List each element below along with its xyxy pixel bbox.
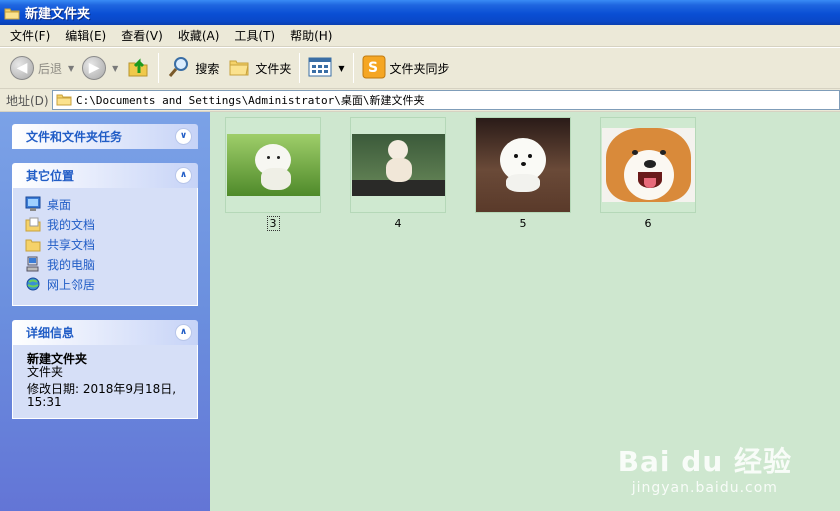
menu-file[interactable]: 文件(F) [4,25,56,47]
task-pane: 文件和文件夹任务 ∨ 其它位置 ∧ 桌面 我的文档 共享文档 我的电脑 网上邻居… [0,112,210,511]
network-icon [25,276,41,292]
back-button[interactable]: ◀ 后退 ▼ [6,51,78,85]
chevron-down-icon[interactable]: ▼ [338,64,344,73]
file-item-thumbnail[interactable] [600,117,696,213]
details-type: 文件夹 [27,365,64,379]
file-tasks-title: 文件和文件夹任务 [26,130,123,144]
menu-help[interactable]: 帮助(H) [284,25,338,47]
details-title: 详细信息 [26,326,75,340]
folders-button[interactable]: 文件夹 [223,51,295,85]
file-item-label[interactable]: 4 [350,217,446,230]
up-button[interactable] [122,51,154,85]
file-item-label[interactable]: 3 [225,216,321,231]
folder-up-icon [126,55,150,82]
address-label: 地址(D) [6,93,49,108]
file-item-thumbnail[interactable] [475,117,571,213]
chevron-down-icon[interactable]: ▼ [112,64,118,73]
folder-sync-label: 文件夹同步 [389,61,450,76]
menu-edit[interactable]: 编辑(E) [59,25,112,47]
search-icon [167,55,191,82]
file-item-label[interactable]: 5 [475,217,571,230]
place-network-label: 网上邻居 [47,277,96,292]
toolbar-separator [299,53,301,83]
collapse-icon[interactable]: ∧ [175,167,192,184]
watermark-brand: Bai du 经验 [617,445,792,478]
search-label: 搜索 [195,61,220,76]
place-shared-documents-label: 共享文档 [47,237,96,252]
menu-bar: 文件(F) 编辑(E) 查看(V) 收藏(A) 工具(T) 帮助(H) [0,25,840,47]
details-header[interactable]: 详细信息 ∧ [12,320,198,345]
collapse-icon[interactable]: ∧ [175,324,192,341]
sync-icon: S [362,55,386,82]
window-title: 新建文件夹 [25,7,91,22]
chevron-down-icon[interactable]: ▼ [68,64,74,73]
details-body: 新建文件夹 文件夹 修改日期: 2018年9月18日, 15:31 [12,345,198,419]
place-my-computer[interactable]: 我的电脑 [13,254,197,274]
desktop-icon [25,196,41,212]
pomeranian-photo [476,118,570,212]
place-shared-documents[interactable]: 共享文档 [13,234,197,254]
place-network[interactable]: 网上邻居 [13,274,197,294]
place-desktop-label: 桌面 [47,197,72,212]
watermark: Bai du 经验 jingyan.baidu.com [618,440,792,496]
akita-photo [602,128,695,202]
forward-arrow-icon: ▶ [82,56,107,80]
folders-icon [227,55,251,82]
file-tasks-panel: 文件和文件夹任务 ∨ [12,124,198,149]
menu-view[interactable]: 查看(V) [115,25,169,47]
folder-icon [4,6,20,20]
views-button[interactable]: ▼ [304,51,348,85]
my-documents-icon [25,216,41,232]
file-item-label[interactable]: 6 [600,217,696,230]
back-label: 后退 [38,61,63,76]
other-places-panel: 其它位置 ∧ 桌面 我的文档 共享文档 我的电脑 网上邻居 [12,163,198,306]
search-button[interactable]: 搜索 [163,51,223,85]
forward-button[interactable]: ▶ ▼ [78,51,122,85]
toolbar-separator [158,53,160,83]
toolbar: ◀ 后退 ▼ ▶ ▼ 搜索 文件夹 ▼ S 文件夹同步 [0,48,840,89]
menu-tools[interactable]: 工具(T) [228,25,281,47]
menu-favorites[interactable]: 收藏(A) [172,25,226,47]
shared-documents-icon [25,236,41,252]
details-panel: 详细信息 ∧ 新建文件夹 文件夹 修改日期: 2018年9月18日, 15:31 [12,320,198,419]
folder-icon [56,92,72,109]
address-input[interactable]: C:\Documents and Settings\Administrator\… [52,90,840,110]
title-bar[interactable]: 新建文件夹 [0,0,840,25]
expand-icon[interactable]: ∨ [175,128,192,145]
folder-sync-button[interactable]: S 文件夹同步 [358,51,454,85]
place-my-documents[interactable]: 我的文档 [13,214,197,234]
puppy-photo [227,134,320,196]
place-my-documents-label: 我的文档 [47,217,96,232]
address-bar: 地址(D) C:\Documents and Settings\Administ… [0,89,840,112]
details-modified-time: 15:31 [27,395,62,409]
poodle-photo [352,134,445,196]
file-tasks-header[interactable]: 文件和文件夹任务 ∨ [12,124,198,149]
other-places-header[interactable]: 其它位置 ∧ [12,163,198,188]
views-icon [308,56,332,81]
folders-label: 文件夹 [255,61,292,76]
my-computer-icon [25,256,41,272]
other-places-body: 桌面 我的文档 共享文档 我的电脑 网上邻居 [12,188,198,306]
address-path: C:\Documents and Settings\Administrator\… [76,94,425,107]
file-item-thumbnail[interactable] [225,117,321,213]
toolbar-separator [352,53,354,83]
place-my-computer-label: 我的电脑 [47,257,96,272]
back-arrow-icon: ◀ [10,56,34,80]
watermark-url: jingyan.baidu.com [631,480,778,496]
svg-text:S: S [368,60,378,76]
place-desktop[interactable]: 桌面 [13,194,197,214]
other-places-title: 其它位置 [26,169,75,183]
file-item-thumbnail[interactable] [350,117,446,213]
